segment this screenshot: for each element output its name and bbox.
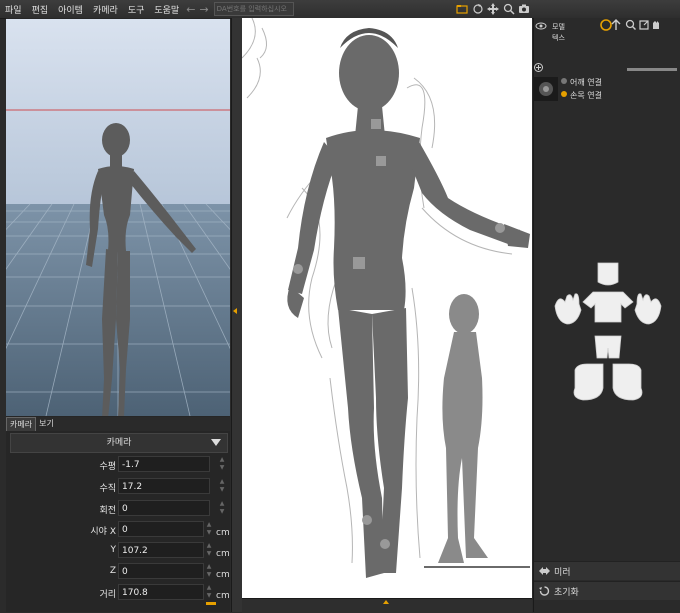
mirror-button[interactable]: 미러: [534, 561, 680, 580]
prop-value-target-z[interactable]: 0: [118, 563, 204, 579]
menu-camera[interactable]: 카메라: [88, 3, 123, 16]
prop-unit-target-x: cm: [216, 528, 230, 538]
scroll-indicator[interactable]: [206, 602, 216, 605]
prop-spinner-target-z[interactable]: ▲ ▼: [205, 563, 213, 579]
left-tabs: 카메라 보기: [6, 417, 230, 431]
reset-icon: [539, 586, 550, 596]
menu-tools[interactable]: 도구: [123, 3, 150, 16]
prop-label-target-z: Z: [109, 566, 116, 576]
tab-view[interactable]: 보기: [36, 417, 57, 431]
prop-value-vertical[interactable]: 17.2: [118, 478, 210, 494]
prop-value-horizontal[interactable]: -1.7: [118, 456, 210, 472]
prop-spinner-vertical[interactable]: ▲ ▼: [218, 478, 226, 494]
prop-spinner-distance[interactable]: ▲ ▼: [205, 584, 213, 600]
menu-item[interactable]: 아이템: [53, 3, 88, 16]
move-icon[interactable]: [487, 3, 499, 15]
camera-viewport[interactable]: [6, 19, 230, 416]
menu-edit[interactable]: 편집: [27, 3, 54, 16]
collapse-left-arrow-icon[interactable]: [233, 308, 237, 314]
prop-label-target-y: Y: [110, 545, 117, 555]
drawing-canvas[interactable]: [242, 18, 532, 598]
prop-unit-distance: cm: [216, 591, 230, 601]
prop-value-rotation[interactable]: 0: [118, 500, 210, 516]
prop-label-distance: 거리: [99, 590, 116, 600]
tab-camera[interactable]: 카메라: [6, 417, 37, 431]
prop-spinner-target-x[interactable]: ▲ ▼: [205, 521, 213, 537]
camera-dropdown-label: 카메라: [106, 438, 132, 448]
menu-file[interactable]: 파일: [0, 3, 27, 16]
layer-text-label[interactable]: 텍스: [552, 33, 565, 43]
reset-label: 초기화: [554, 588, 579, 598]
expand-bottom-arrow-icon[interactable]: [383, 600, 389, 604]
shoulder-connect-label[interactable]: 어깨 연결: [570, 77, 602, 88]
prop-spinner-rotation[interactable]: ▲ ▼: [218, 500, 226, 516]
camera-dropdown[interactable]: 카메라: [10, 433, 228, 453]
mirror-label: 미러: [554, 568, 571, 578]
prop-label-rotation: 회전: [99, 506, 116, 516]
dropdown-arrow-icon: [211, 439, 221, 446]
wrist-radio[interactable]: [561, 91, 567, 97]
forward-arrow-icon[interactable]: →: [199, 3, 208, 16]
joint-preview-icon: [534, 77, 558, 101]
prop-unit-target-z: cm: [216, 570, 230, 580]
reset-button[interactable]: 초기화: [534, 581, 680, 600]
wrist-connect-label[interactable]: 손목 연결: [570, 90, 602, 101]
zoom-icon[interactable]: [503, 3, 515, 15]
camera-icon[interactable]: [518, 3, 530, 15]
body-part-selector[interactable]: [553, 260, 663, 410]
layer-model-label[interactable]: 모델: [552, 22, 565, 32]
folder-icon[interactable]: [456, 3, 468, 15]
back-arrow-icon[interactable]: ←: [186, 3, 195, 16]
prop-unit-target-y: cm: [216, 549, 230, 559]
prop-value-target-x[interactable]: 0: [118, 521, 204, 537]
mirror-arrows-icon: [539, 567, 550, 575]
shoulder-radio[interactable]: [561, 78, 567, 84]
menu-bar: 파일 편집 아이템 카메라 도구 도움말 ← →: [0, 0, 680, 19]
prop-value-distance[interactable]: 170.8: [118, 584, 204, 600]
menu-help[interactable]: 도움말: [149, 3, 184, 16]
eye-icon[interactable]: [535, 20, 547, 32]
prop-spinner-horizontal[interactable]: ▲ ▼: [218, 456, 226, 472]
prop-value-target-y[interactable]: 107.2: [118, 542, 204, 558]
prop-label-horizontal: 수평: [99, 462, 116, 472]
rotate-icon[interactable]: [472, 3, 484, 15]
layer-toolbar[interactable]: [600, 18, 662, 32]
da-number-input[interactable]: [213, 2, 294, 16]
prop-label-target-x: 시야 X: [90, 527, 116, 537]
prop-spinner-target-y[interactable]: ▲ ▼: [205, 542, 213, 558]
add-icon[interactable]: [534, 63, 543, 72]
layer-slider[interactable]: [627, 68, 677, 71]
prop-label-vertical: 수직: [99, 484, 116, 494]
